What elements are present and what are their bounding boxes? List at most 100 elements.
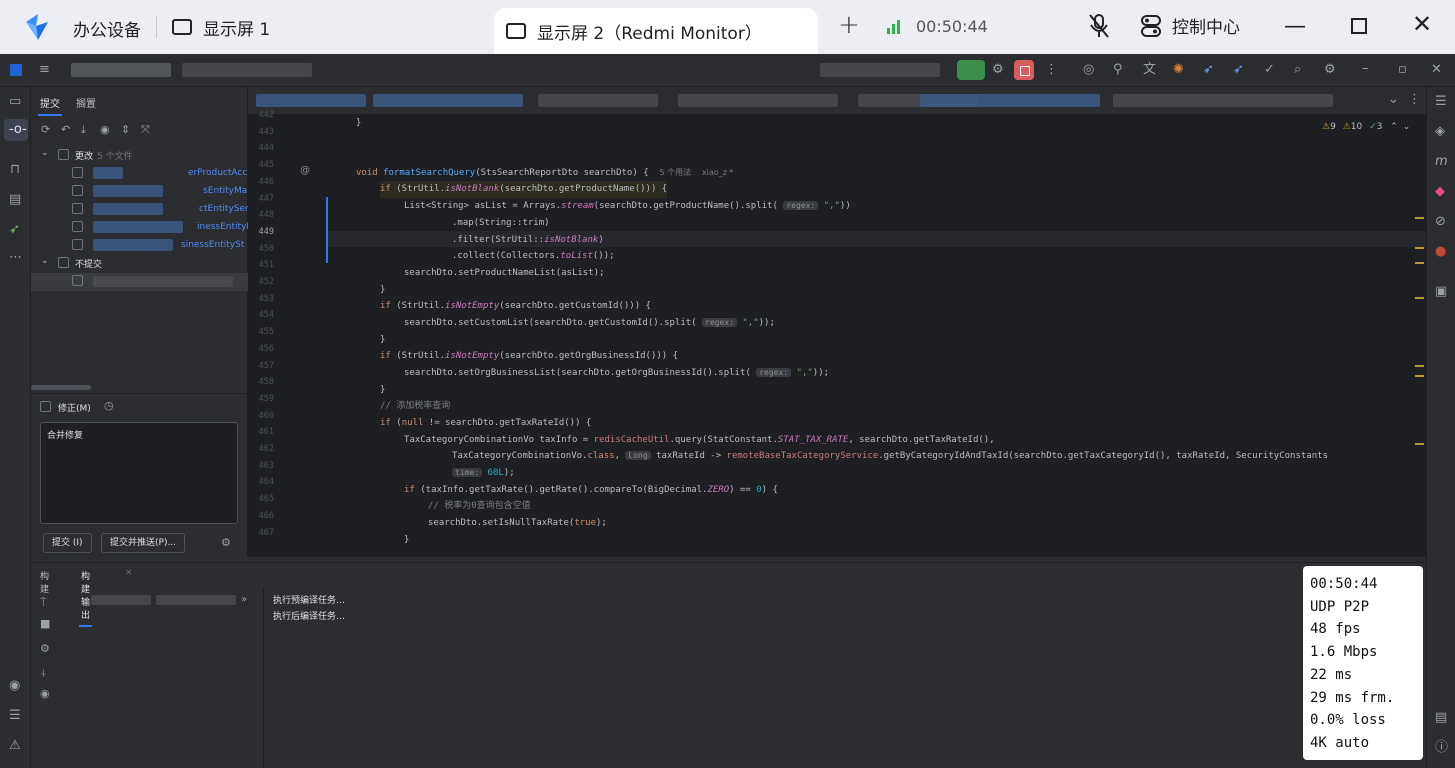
redacted-text (91, 595, 151, 605)
plugin-tool-icon[interactable]: ➶ (9, 223, 20, 236)
problems-icon[interactable]: ⚠ (9, 739, 21, 752)
close-button[interactable]: ✕ (1412, 10, 1432, 38)
list-item[interactable] (31, 273, 248, 291)
stop-button[interactable] (1014, 60, 1034, 80)
settings-icon[interactable]: ⚙ (40, 642, 50, 655)
more-tools-icon[interactable]: ⋯ (9, 251, 22, 264)
list-item[interactable]: sEntityMap (31, 183, 253, 201)
more-icon[interactable]: ⋮ (1408, 93, 1421, 106)
file-checkbox[interactable] (72, 167, 83, 178)
debug-icon[interactable]: ⚙ (992, 63, 1004, 76)
ide-restore-button[interactable]: ▫ (1398, 63, 1407, 76)
copilot-icon[interactable]: ◎ (1083, 63, 1094, 76)
pin-icon[interactable]: ⍑ (40, 596, 47, 609)
eye-icon[interactable]: ◉ (40, 687, 50, 700)
editor-tab[interactable] (373, 94, 523, 107)
structure-icon[interactable]: ▤ (9, 193, 21, 206)
group-checkbox[interactable] (58, 149, 69, 160)
list-item[interactable]: erProductAcc (31, 165, 248, 183)
file-checkbox[interactable] (72, 203, 83, 214)
list-item[interactable]: inessEntityM (31, 219, 254, 237)
redacted-text (93, 185, 163, 197)
rollback-icon[interactable]: ↶ (61, 123, 70, 136)
plugin-icon[interactable]: ● (1435, 245, 1446, 258)
search-icon[interactable]: ⌕ (1294, 63, 1301, 76)
tab-shelf[interactable]: 搁置 (76, 95, 96, 110)
group-checkbox[interactable] (58, 257, 69, 268)
list-item[interactable]: sinessEntitySt (31, 237, 248, 255)
settings-icon[interactable]: ⚙ (1324, 63, 1336, 76)
editor-tab[interactable] (256, 94, 366, 107)
history-icon[interactable]: ◷ (104, 399, 114, 412)
maven-icon[interactable]: ◈ (1435, 125, 1445, 138)
add-tab-button[interactable]: + (838, 10, 860, 40)
file-checkbox[interactable] (72, 239, 83, 250)
account-icon[interactable]: ⚲ (1113, 63, 1123, 76)
minimize-button[interactable]: — (1284, 14, 1306, 39)
notification-icon[interactable]: ◆ (1435, 185, 1445, 198)
ide-minimize-button[interactable]: – (1362, 62, 1369, 75)
deploy-icon[interactable]: ➶ (1233, 63, 1244, 76)
pin-tab-icon[interactable]: ⍭ (40, 667, 47, 680)
m-icon[interactable]: m (1435, 155, 1448, 168)
commit-icon: -o- (9, 122, 27, 137)
monitor-icon (172, 19, 192, 35)
chevrons-right-icon[interactable]: » (241, 593, 247, 606)
file-checkbox[interactable] (72, 221, 83, 232)
mic-muted-icon[interactable] (1088, 13, 1110, 39)
commit-settings-icon[interactable]: ⚙ (221, 536, 231, 549)
error-stripe-marker (1415, 365, 1424, 367)
control-center-button[interactable]: 控制中心 (1140, 13, 1240, 38)
editor-tab[interactable] (678, 94, 838, 107)
commit-push-button[interactable]: 提交并推送(P)... (101, 533, 186, 553)
tab-display-1[interactable]: 显示屏 1 (172, 14, 270, 40)
maximize-button[interactable] (1351, 18, 1367, 34)
tab-display-2[interactable]: 显示屏 2（Redmi Monitor） (494, 8, 818, 54)
collapse-icon[interactable]: ⤧ (141, 123, 150, 136)
close-tab-icon[interactable]: × (125, 568, 133, 578)
expand-icon[interactable]: ⇕ (121, 123, 130, 136)
view-icon[interactable]: ◉ (100, 123, 110, 136)
editor-tab[interactable] (538, 94, 658, 107)
ai-assistant-icon[interactable]: ⊘ (1435, 215, 1446, 228)
redacted-text (93, 221, 183, 233)
list-item[interactable]: ctEntitySer (31, 201, 249, 219)
line-number: 457 (258, 360, 274, 371)
run-config-selector[interactable] (820, 63, 940, 77)
project-icon[interactable]: ▭ (9, 95, 21, 108)
bookmark-icon[interactable]: ▣ (1435, 285, 1447, 298)
chevron-down-icon[interactable]: ⌄ (1388, 93, 1399, 106)
file-checkbox[interactable] (72, 185, 83, 196)
editor-tab[interactable] (1113, 94, 1333, 107)
tab-commit[interactable]: 提交 (38, 95, 62, 116)
refresh-icon[interactable]: ⟳ (41, 123, 50, 136)
more-icon[interactable]: ⋮ (1045, 63, 1058, 76)
stop-icon[interactable]: ■ (40, 617, 50, 630)
ide-close-button[interactable]: ✕ (1431, 63, 1442, 76)
todo-icon[interactable]: ☰ (9, 709, 21, 722)
check-icon[interactable]: ✓ (1264, 63, 1275, 76)
translate-icon[interactable]: 文 (1143, 63, 1156, 76)
terminal-icon[interactable]: ▤ (1435, 711, 1447, 724)
bookmarks-icon[interactable]: ⊓ (10, 163, 20, 176)
unversioned-group-row[interactable]: ⌄ 不提交 (31, 255, 248, 273)
info-icon[interactable]: ⓘ (1435, 741, 1448, 754)
amend-checkbox[interactable] (40, 401, 51, 412)
commit-button[interactable]: 提交 (I) (43, 533, 92, 553)
changes-group-row[interactable]: ⌄ 更改 5 个文件 (31, 147, 248, 165)
plugin-icon[interactable]: ➶ (1203, 63, 1214, 76)
branch-selector[interactable] (182, 63, 312, 77)
database-icon[interactable]: ☰ (1435, 95, 1447, 108)
ai-icon[interactable]: ✺ (1173, 63, 1184, 76)
commit-tool-button[interactable]: -o- (4, 119, 28, 141)
run-button[interactable] (957, 60, 985, 80)
main-menu-icon[interactable]: ≡ (39, 63, 50, 76)
editor-tab[interactable] (920, 94, 1100, 107)
file-checkbox[interactable] (72, 275, 83, 286)
download-icon[interactable]: ⤓ (81, 123, 86, 136)
project-selector[interactable] (71, 63, 171, 77)
commit-message-input[interactable]: 合并修复 (40, 422, 238, 524)
code-content[interactable]: } void formatSearchQuery(StsSearchReport… (328, 115, 1426, 557)
services-icon[interactable]: ◉ (9, 679, 20, 692)
scrollbar[interactable] (31, 385, 91, 390)
